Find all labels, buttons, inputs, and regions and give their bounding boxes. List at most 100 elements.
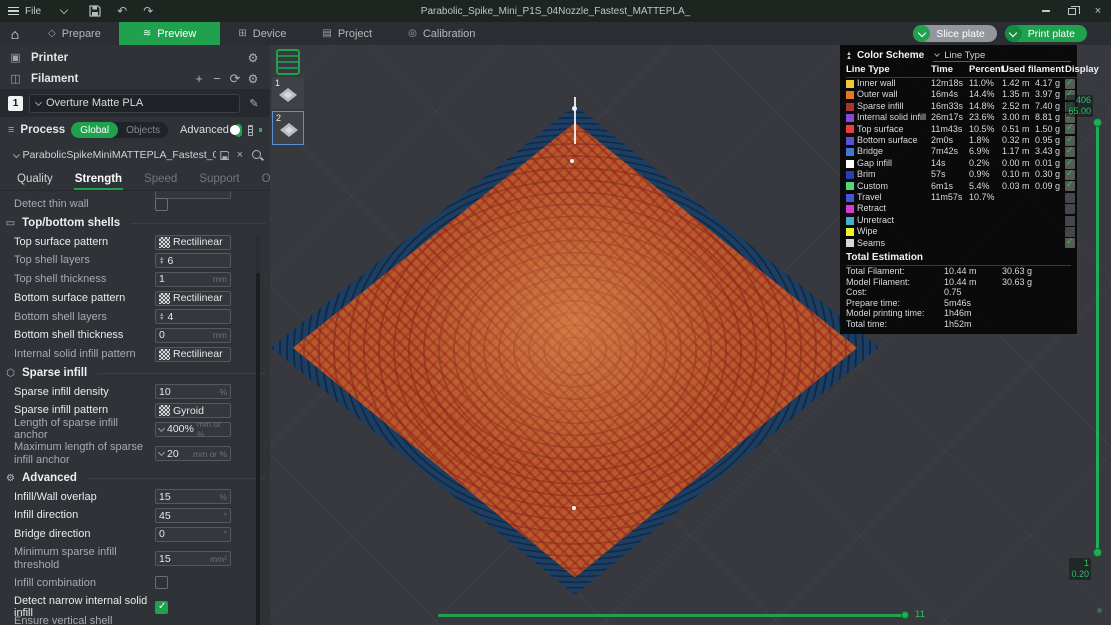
close-button[interactable]: × (1085, 0, 1111, 22)
delete-preset-icon[interactable]: × (233, 149, 246, 161)
display-checkbox-unchecked[interactable] (1065, 193, 1075, 203)
tab-others[interactable]: Others (251, 173, 270, 190)
spinner-field[interactable]: ▲▼6 (155, 253, 231, 268)
input-field[interactable]: 10% (155, 384, 231, 399)
save-icon[interactable] (89, 5, 101, 17)
layer-slider-track[interactable] (1096, 122, 1099, 552)
input-field[interactable]: 15mm² (155, 551, 231, 566)
redo-icon[interactable]: ↷ (143, 4, 153, 18)
move-slider-handle[interactable] (901, 611, 909, 619)
remove-filament-button[interactable]: − (208, 71, 226, 86)
search-icon[interactable] (251, 149, 263, 162)
tab-calibration[interactable]: ◎Calibration (390, 22, 493, 45)
tab-prepare[interactable]: ◇Prepare (30, 22, 119, 45)
pattern-field[interactable]: Rectilinear (155, 235, 231, 250)
add-filament-button[interactable]: + (190, 71, 208, 86)
settings-scrollbar-thumb[interactable] (256, 273, 260, 625)
filament-slot-badge[interactable]: 1 (8, 96, 23, 111)
section-advanced[interactable]: ⚙Advanced (0, 469, 270, 488)
input-field[interactable]: 0mm (155, 328, 231, 343)
slice-plate-button[interactable]: Slice plate (913, 25, 996, 42)
pattern-field[interactable]: Rectilinear (155, 291, 231, 306)
sync-filament-icon[interactable]: ⟳ (226, 71, 244, 87)
plate-logo-icon[interactable] (276, 49, 300, 75)
pattern-field[interactable]: Gyroid (155, 403, 231, 418)
checkbox-unchecked[interactable] (155, 576, 168, 589)
scope-global-button[interactable]: Global (71, 122, 118, 138)
setting-unit: mm (213, 274, 227, 284)
plate-thumbnail-1[interactable]: 1 (272, 77, 304, 109)
setting-row: Detect thin wall (0, 195, 270, 214)
line-type-used-m: 0.51 m (1002, 124, 1035, 135)
spinner-field[interactable]: ▲▼4 (155, 309, 231, 324)
slice-dropdown-icon[interactable] (913, 25, 930, 42)
gear-icon: ⚙ (4, 473, 17, 484)
line-type-used-g: 0.30 g (1035, 169, 1065, 180)
input-field[interactable]: 45° (155, 508, 231, 523)
input-field[interactable]: 0° (155, 527, 231, 542)
menu-icon[interactable] (8, 7, 19, 15)
tab-strength[interactable]: Strength (64, 173, 133, 190)
section-sparse-infill[interactable]: ⬡Sparse infill (0, 364, 270, 383)
section-rule (131, 223, 266, 224)
objects-view-icon[interactable] (259, 124, 262, 136)
print-dropdown-icon[interactable] (1005, 25, 1022, 42)
line-type-used-m: 2.52 m (1002, 101, 1035, 112)
tab-support[interactable]: Support (188, 173, 250, 190)
minimize-button[interactable] (1033, 0, 1059, 22)
input-field[interactable]: 15% (155, 489, 231, 504)
tab-preview[interactable]: ≋Preview (119, 22, 221, 45)
filament-combobox[interactable]: Overture Matte PLA (29, 94, 240, 113)
undo-icon[interactable]: ↶ (117, 4, 127, 18)
restore-button[interactable] (1059, 0, 1085, 22)
home-button[interactable]: ⌂ (0, 22, 30, 45)
layer-slider-bottom-handle[interactable] (1093, 548, 1102, 557)
spinner-arrows-icon[interactable]: ▲▼ (159, 313, 164, 321)
advanced-toggle[interactable] (235, 124, 242, 137)
save-preset-icon[interactable] (220, 150, 230, 161)
plate-thumbnail-2[interactable]: 2 (272, 111, 304, 145)
tab-project[interactable]: ▤Project (304, 22, 390, 45)
pattern-field[interactable]: Rectilinear (155, 347, 231, 362)
chevron-down-icon[interactable] (60, 5, 68, 13)
display-checkbox-checked[interactable] (1065, 238, 1075, 248)
tab-device[interactable]: ⊞Device (220, 22, 304, 45)
dropdown-field[interactable]: 20mm or % (155, 446, 231, 461)
checkbox-checked[interactable] (155, 601, 168, 614)
viewport-3d[interactable]: 12 ▲▲ Color Scheme Line Type Line Type T… (270, 45, 1111, 625)
filament-row[interactable]: ◫ Filament + − ⟳ ⚙ (0, 68, 270, 89)
chevron-down-icon[interactable] (13, 151, 20, 158)
view-mode-dropdown[interactable]: Line Type (933, 49, 1071, 62)
display-checkbox-checked[interactable] (1065, 181, 1075, 191)
setting-unit: mm (213, 330, 227, 340)
printer-settings-gear-icon[interactable]: ⚙ (244, 51, 262, 65)
edit-filament-icon[interactable]: ✎ (246, 97, 262, 110)
display-checkbox-unchecked[interactable] (1065, 216, 1075, 226)
parameter-list-icon[interactable] (248, 125, 253, 136)
filament-settings-gear-icon[interactable]: ⚙ (244, 72, 262, 86)
checkbox-unchecked[interactable] (155, 198, 168, 211)
display-checkbox-unchecked[interactable] (1065, 204, 1075, 214)
move-slider-track[interactable] (438, 614, 905, 617)
setting-unit: % (219, 387, 227, 397)
tab-speed[interactable]: Speed (133, 173, 188, 190)
process-scope-switch: Global Objects (71, 122, 168, 138)
dropdown-field[interactable]: 400%mm or % (155, 422, 231, 437)
estimation-value-2: 30.63 g (1002, 277, 1062, 288)
file-menu[interactable]: File (25, 6, 41, 17)
input-field[interactable]: 1mm (155, 272, 231, 287)
setting-row: Infill combination (0, 574, 270, 593)
collapse-panel-icon[interactable]: ▲▲ (846, 52, 852, 60)
sliced-model-brim[interactable] (271, 105, 879, 595)
preset-name[interactable]: ParabolicSpikeMiniMATTEPLA_Fastest_04N..… (23, 149, 216, 161)
tab-quality[interactable]: Quality (6, 173, 64, 190)
line-type-swatch (846, 125, 854, 133)
line-type-percent: 14.4% (969, 89, 1002, 100)
layer-slider-top-handle[interactable] (1093, 118, 1102, 127)
print-plate-button[interactable]: Print plate (1005, 25, 1087, 42)
estimation-label: Total time: (846, 319, 944, 330)
section-top-bottom-shells[interactable]: ▭Top/bottom shells (0, 214, 270, 233)
scope-objects-button[interactable]: Objects (118, 125, 168, 136)
spinner-arrows-icon[interactable]: ▲▼ (159, 257, 164, 265)
printer-row[interactable]: ▣ Printer ⚙ (0, 47, 270, 68)
